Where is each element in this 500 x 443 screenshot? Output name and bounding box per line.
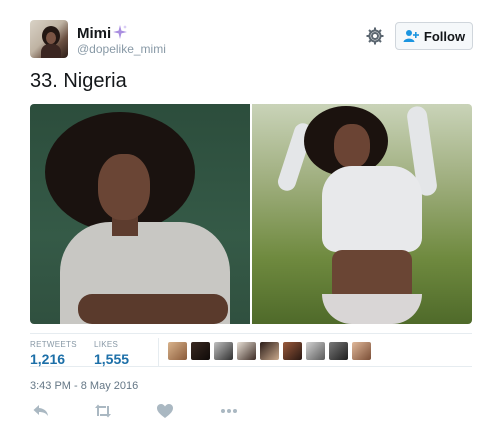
retweets-stat[interactable]: RETWEETS 1,216 [30,340,77,367]
tweet-header: Mimi @dopelike_mimi Follow [30,20,473,60]
gear-icon[interactable] [365,26,385,46]
liker-avatar[interactable] [214,342,233,360]
add-user-icon [403,30,419,42]
sparkles-icon [112,24,128,40]
retweet-icon[interactable] [94,402,112,420]
liker-avatar[interactable] [168,342,187,360]
media-photo-1[interactable] [30,104,250,324]
liker-avatars [168,342,371,360]
tweet-stats: RETWEETS 1,216 LIKES 1,555 [30,333,472,367]
name-row: Mimi [77,24,128,43]
liker-avatar[interactable] [352,342,371,360]
tweet-actions [30,402,472,422]
media-photo-2[interactable] [252,104,472,324]
reply-icon[interactable] [32,402,50,420]
follow-label: Follow [423,28,466,44]
user-avatar[interactable] [30,20,68,58]
liker-avatar[interactable] [191,342,210,360]
stats-divider [158,338,159,366]
tweet-media [30,104,472,324]
tweet-timestamp[interactable]: 3:43 PM - 8 May 2016 [30,380,138,392]
retweets-count: 1,216 [30,351,66,367]
liker-avatar[interactable] [260,342,279,360]
follow-button[interactable]: Follow [395,22,473,50]
liker-avatar[interactable] [306,342,325,360]
likes-count: 1,555 [94,351,130,367]
tweet-text: 33. Nigeria [30,70,127,92]
display-name[interactable]: Mimi [77,25,111,42]
user-handle[interactable]: @dopelike_mimi [77,42,166,56]
liker-avatar[interactable] [283,342,302,360]
more-icon[interactable] [220,402,238,420]
liker-avatar[interactable] [329,342,348,360]
likes-label: LIKES [94,340,119,349]
likes-stat[interactable]: LIKES 1,555 [94,340,129,367]
heart-icon[interactable] [156,402,174,420]
retweets-label: RETWEETS [30,340,77,349]
liker-avatar[interactable] [237,342,256,360]
